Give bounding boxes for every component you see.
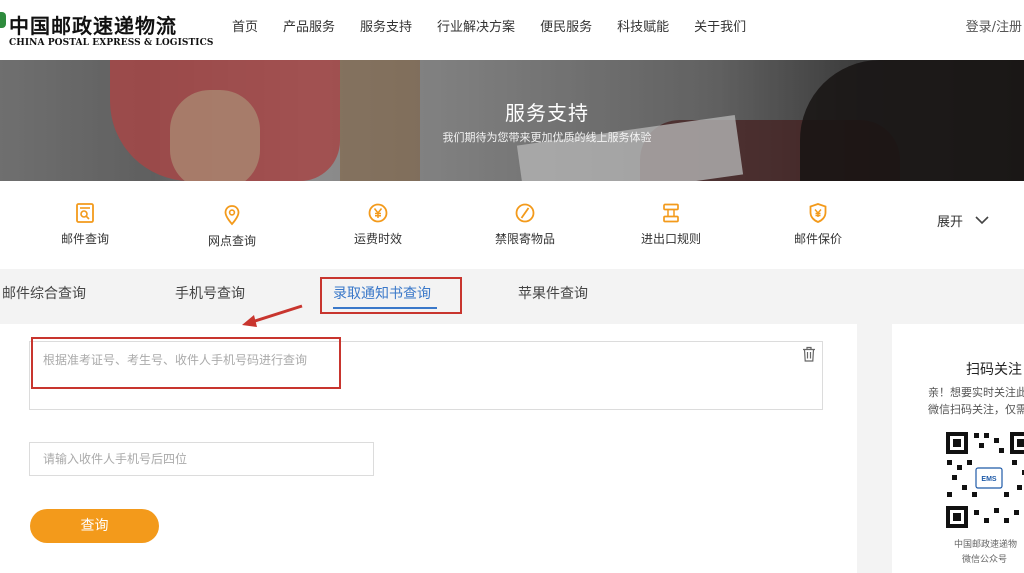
svg-text:EMS: EMS xyxy=(981,476,997,483)
logo-english-text: CHINA POSTAL EXPRESS & LOGISTICS xyxy=(9,38,214,48)
main-nav: 首页 产品服务 服务支持 行业解决方案 便民服务 科技赋能 关于我们 xyxy=(232,0,771,60)
query-tabs: 邮件综合查询 手机号查询 录取通知书查询 苹果件查询 xyxy=(0,270,1024,316)
ems-logo[interactable]: 中国邮政速递物流 CHINA POSTAL EXPRESS & LOGISTIC… xyxy=(0,6,213,52)
banner-title: 服务支持 xyxy=(505,101,589,125)
import-export-icon xyxy=(663,203,679,223)
prohibited-icon xyxy=(515,203,535,223)
chevron-down-icon xyxy=(975,216,989,225)
annotation-box-input xyxy=(31,337,341,389)
mail-search-icon xyxy=(76,203,94,223)
service-import-export-rules[interactable]: 进出口规则 xyxy=(616,202,726,247)
phone-last-four-input[interactable]: 请输入收件人手机号后四位 xyxy=(29,442,374,476)
tab-apple-item-query[interactable]: 苹果件查询 xyxy=(518,283,588,303)
yen-coin-icon xyxy=(368,203,388,223)
logo-chinese-text: 中国邮政速递物流 xyxy=(9,14,177,38)
service-label: 邮件保价 xyxy=(793,232,842,246)
service-freight-time[interactable]: 运费时效 xyxy=(323,202,433,247)
qr-caption-line2: 微信公众号 xyxy=(962,555,1008,565)
qr-caption-line1: 中国邮政速递物 xyxy=(954,540,1018,550)
service-outlet-query[interactable]: 网点查询 xyxy=(177,204,287,249)
nav-industry-solutions[interactable]: 行业解决方案 xyxy=(437,0,515,60)
wechat-follow-panel: 扫码关注 亲！想要实时关注此 微信扫码关注，仅需 EMS 中国邮政速递物 微信公… xyxy=(892,324,1024,573)
nav-about-us[interactable]: 关于我们 xyxy=(694,0,746,60)
top-header: 中国邮政速递物流 CHINA POSTAL EXPRESS & LOGISTIC… xyxy=(0,0,1024,60)
annotation-arrow-icon xyxy=(242,304,303,327)
annotation-box-tab xyxy=(320,277,462,314)
nav-service-support[interactable]: 服务支持 xyxy=(360,0,412,60)
service-insured-mail[interactable]: 邮件保价 xyxy=(763,202,873,247)
follow-text-line1: 亲！想要实时关注此 xyxy=(928,386,1024,399)
banner-subtitle: 我们期待为您带来更加优质的线上服务体验 xyxy=(442,131,652,144)
follow-text-line2: 微信扫码关注，仅需 xyxy=(928,403,1024,416)
hero-banner: 服务支持 我们期待为您带来更加优质的线上服务体验 xyxy=(0,60,1024,181)
service-label: 邮件查询 xyxy=(60,232,109,246)
login-register-link[interactable]: 登录/注册 xyxy=(966,0,1022,56)
tab-phone-query[interactable]: 手机号查询 xyxy=(175,283,245,303)
nav-home[interactable]: 首页 xyxy=(232,0,258,60)
query-button[interactable]: 查询 xyxy=(30,509,159,543)
expand-label: 展开 xyxy=(937,215,964,230)
tab-comprehensive-query[interactable]: 邮件综合查询 xyxy=(2,283,86,303)
service-label: 禁限寄物品 xyxy=(494,232,555,246)
nav-products[interactable]: 产品服务 xyxy=(283,0,335,60)
qr-code-icon: EMS xyxy=(944,430,1024,530)
service-shortcuts: 邮件查询 网点查询 运费时效 禁限寄物品 进出口规则 邮件保价 展开 xyxy=(0,181,1024,269)
shield-yen-icon xyxy=(809,203,827,223)
scan-follow-title: 扫码关注 xyxy=(966,362,1022,378)
service-label: 运费时效 xyxy=(353,232,402,246)
logo-mark xyxy=(0,12,6,28)
location-pin-icon xyxy=(224,205,240,226)
nav-technology[interactable]: 科技赋能 xyxy=(617,0,669,60)
service-mail-query[interactable]: 邮件查询 xyxy=(30,202,140,247)
trash-icon[interactable] xyxy=(802,346,816,362)
service-label: 网点查询 xyxy=(207,234,256,248)
service-label: 进出口规则 xyxy=(640,232,701,246)
nav-convenience-services[interactable]: 便民服务 xyxy=(540,0,592,60)
expand-services-button[interactable]: 展开 xyxy=(937,211,989,230)
service-prohibited-items[interactable]: 禁限寄物品 xyxy=(470,202,580,247)
